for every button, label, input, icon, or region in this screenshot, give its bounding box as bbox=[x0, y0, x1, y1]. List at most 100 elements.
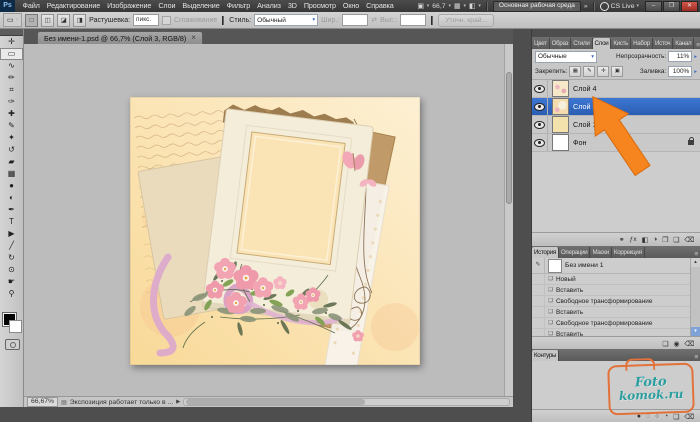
tab-swatches[interactable]: Образ bbox=[550, 38, 572, 49]
dodge-tool[interactable]: ◐ bbox=[0, 192, 23, 204]
vertical-scrollbar-thumb[interactable] bbox=[506, 72, 512, 204]
history-state-label[interactable]: Вставить bbox=[556, 287, 583, 294]
delete-layer-icon[interactable]: ⌫ bbox=[684, 236, 694, 244]
menu-filter[interactable]: Фильтр bbox=[223, 0, 254, 12]
clone-stamp-tool[interactable]: ✦ bbox=[0, 132, 23, 144]
brush-tool[interactable]: ✎ bbox=[0, 120, 23, 132]
tab-masks[interactable]: Маски bbox=[590, 247, 611, 258]
background-color-swatch[interactable] bbox=[9, 320, 22, 333]
panel-menu-icon[interactable]: ≡ bbox=[694, 42, 700, 49]
tab-layers[interactable]: Слои bbox=[593, 38, 612, 49]
layer-row-1[interactable]: Слой 1 bbox=[532, 116, 700, 134]
tab-adjustments[interactable]: Коррекция bbox=[612, 247, 645, 258]
history-brush-well[interactable] bbox=[532, 285, 545, 295]
screen-mode-icon[interactable]: ◧ bbox=[469, 2, 475, 10]
feather-input[interactable]: пикс. bbox=[133, 14, 159, 26]
history-state-row[interactable]: ❏Свободное трансформирование bbox=[532, 318, 700, 329]
history-brush-well[interactable] bbox=[532, 296, 545, 306]
tab-close-icon[interactable]: × bbox=[191, 33, 196, 43]
eyedropper-tool[interactable]: ✑ bbox=[0, 96, 23, 108]
height-input[interactable] bbox=[400, 14, 426, 26]
history-snapshot-row[interactable]: ✎ Без имени 1 bbox=[532, 258, 700, 274]
tab-actions[interactable]: Операции bbox=[559, 247, 591, 258]
layer-thumbnail[interactable] bbox=[552, 116, 569, 133]
horizontal-scrollbar-thumb[interactable] bbox=[186, 399, 365, 405]
history-brush-tool[interactable]: ↺ bbox=[0, 144, 23, 156]
fill-spinner-icon[interactable]: ▸ bbox=[694, 69, 697, 75]
hand-tool[interactable]: ☛ bbox=[0, 276, 23, 288]
layer-row-background[interactable]: Фон bbox=[532, 134, 700, 152]
history-brush-source-well[interactable]: ✎ bbox=[532, 258, 545, 273]
scroll-down-icon[interactable]: ▾ bbox=[691, 327, 700, 336]
cs-live-button[interactable]: CS Live▾ bbox=[600, 2, 639, 11]
view-extras-icon[interactable]: ▦ bbox=[454, 2, 460, 10]
blur-tool[interactable]: ● bbox=[0, 180, 23, 192]
history-state-label[interactable]: Вставить bbox=[556, 309, 583, 316]
visibility-toggle[interactable] bbox=[532, 116, 548, 133]
quick-mask-button[interactable] bbox=[5, 339, 20, 350]
visibility-toggle[interactable] bbox=[532, 98, 548, 115]
layer-group-icon[interactable]: ❒ bbox=[662, 236, 668, 244]
tab-styles[interactable]: Стили bbox=[571, 38, 592, 49]
lock-all-button[interactable]: ▣ bbox=[611, 66, 623, 77]
move-tool[interactable]: ✛ bbox=[0, 36, 23, 48]
path-selection-tool[interactable]: ▶ bbox=[0, 228, 23, 240]
menu-analysis[interactable]: Анализ bbox=[254, 0, 285, 12]
menu-help[interactable]: Справка bbox=[363, 0, 398, 12]
visibility-toggle[interactable] bbox=[532, 80, 548, 97]
panel-menu-icon[interactable]: ≡ bbox=[693, 251, 700, 258]
eraser-tool[interactable]: ▰ bbox=[0, 156, 23, 168]
type-tool[interactable]: T bbox=[0, 216, 23, 228]
menu-layers[interactable]: Слои bbox=[155, 0, 179, 12]
zoom-tool[interactable]: ⚲ bbox=[0, 288, 23, 300]
restore-button[interactable]: ❐ bbox=[663, 1, 680, 12]
subtract-selection-mode-button[interactable]: ◪ bbox=[57, 14, 70, 27]
history-state-label[interactable]: Свободное трансформирование bbox=[556, 320, 652, 327]
vertical-scrollbar[interactable] bbox=[504, 44, 513, 397]
rectangular-marquee-tool[interactable]: ▭ bbox=[0, 48, 23, 60]
history-state-label[interactable]: Свободное трансформирование bbox=[556, 298, 652, 305]
add-selection-mode-button[interactable]: ◫ bbox=[41, 14, 54, 27]
menu-select[interactable]: Выделение bbox=[179, 0, 223, 12]
new-layer-icon[interactable]: ❑ bbox=[673, 236, 679, 244]
history-brush-well[interactable] bbox=[532, 274, 545, 284]
status-zoom-input[interactable]: 66,67% bbox=[27, 397, 58, 407]
crop-tool[interactable]: ⌗ bbox=[0, 84, 23, 96]
menu-edit[interactable]: Редактирование bbox=[43, 0, 103, 12]
zoom-level-value[interactable]: 66,7 bbox=[432, 3, 445, 10]
delete-state-icon[interactable]: ⌫ bbox=[684, 340, 694, 348]
tab-clone-source[interactable]: Источ bbox=[653, 38, 673, 49]
layer-thumbnail[interactable] bbox=[552, 134, 569, 151]
tab-brush[interactable]: Кисть bbox=[611, 38, 631, 49]
dock-grip[interactable] bbox=[532, 29, 700, 37]
toolbox-grip[interactable] bbox=[0, 29, 23, 36]
fill-input[interactable]: 100% bbox=[668, 66, 692, 77]
workspace-switcher-button[interactable]: Основная рабочая среда bbox=[493, 1, 581, 12]
healing-brush-tool[interactable]: ✚ bbox=[0, 108, 23, 120]
lasso-tool[interactable]: ∿ bbox=[0, 60, 23, 72]
history-state-row[interactable]: ❏Вставить bbox=[532, 307, 700, 318]
lock-position-button[interactable]: ✛ bbox=[597, 66, 609, 77]
layer-name[interactable]: Слой 3 bbox=[573, 102, 596, 111]
layer-name[interactable]: Слой 4 bbox=[573, 84, 596, 93]
tab-color[interactable]: Цвет bbox=[532, 38, 550, 49]
document-tab[interactable]: Без имени-1.psd @ 66,7% (Слой 3, RGB/8) … bbox=[37, 31, 203, 44]
lock-pixels-button[interactable]: ✎ bbox=[583, 66, 595, 77]
panel-menu-icon[interactable]: ≡ bbox=[693, 354, 700, 361]
layer-row-4[interactable]: Слой 4 bbox=[532, 80, 700, 98]
layer-row-3-selected[interactable]: Слой 3 bbox=[532, 98, 700, 116]
antialias-checkbox[interactable] bbox=[162, 16, 171, 25]
new-path-icon[interactable]: ❑ bbox=[673, 413, 679, 421]
tool-preset-picker[interactable]: ▭▾ bbox=[3, 13, 22, 27]
blend-mode-select[interactable]: Обычные ▾ bbox=[535, 51, 597, 63]
new-snapshot-icon[interactable]: ◉ bbox=[673, 340, 679, 348]
intersect-selection-mode-button[interactable]: ◨ bbox=[73, 14, 86, 27]
selection-to-path-icon[interactable]: ◔ bbox=[664, 413, 668, 420]
menu-3d[interactable]: 3D bbox=[284, 0, 300, 12]
history-brush-well[interactable] bbox=[532, 329, 545, 336]
style-select[interactable]: Обычный▾ bbox=[254, 14, 318, 26]
link-layers-icon[interactable]: ⚭ bbox=[619, 236, 625, 244]
tab-presets[interactable]: Набор bbox=[631, 38, 653, 49]
layer-style-icon[interactable]: ƒx bbox=[629, 236, 636, 243]
workspace-overflow-button[interactable]: » bbox=[584, 3, 588, 10]
